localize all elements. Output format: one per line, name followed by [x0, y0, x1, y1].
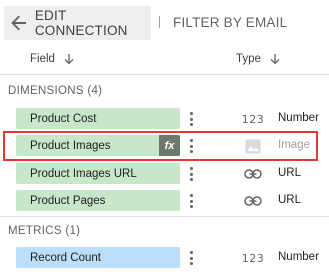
field-column-header[interactable]: Field	[30, 53, 74, 65]
field-row-product-pages: Product Pages URL	[0, 188, 329, 215]
field-name: Product Images URL	[30, 167, 137, 180]
field-row-record-count: Record Count 123 Number	[0, 245, 329, 272]
edit-connection-label: EDIT CONNECTION	[34, 8, 128, 38]
dimensions-section-header: DIMENSIONS (4)	[0, 76, 329, 104]
field-type: Number	[278, 112, 319, 124]
number-type-icon: 123	[241, 251, 265, 265]
number-type-icon: 123	[241, 112, 265, 126]
field-chip[interactable]: Product Pages	[16, 190, 180, 211]
field-chip[interactable]: Product Cost	[16, 108, 180, 129]
field-type: URL	[278, 167, 302, 179]
field-row-product-images-url: Product Images URL URL	[0, 161, 329, 188]
toolbar-separator	[159, 16, 160, 28]
more-vert-icon[interactable]	[187, 249, 195, 267]
more-vert-icon[interactable]	[187, 110, 195, 128]
top-bar: EDIT CONNECTION FILTER BY EMAIL	[0, 0, 329, 46]
field-row-product-cost: Product Cost 123 Number	[0, 106, 329, 133]
metrics-section-label: METRICS (1)	[8, 225, 81, 237]
type-column-header[interactable]: Type	[236, 53, 280, 65]
field-type: Number	[278, 251, 319, 263]
arrow-back-icon	[4, 6, 35, 40]
more-vert-icon[interactable]	[187, 165, 195, 183]
field-header-label: Field	[30, 53, 55, 65]
column-header: Field Type	[0, 47, 329, 75]
filter-by-email-button[interactable]: FILTER BY EMAIL	[173, 15, 287, 30]
link-type-icon	[242, 192, 264, 210]
edit-connection-button[interactable]: EDIT CONNECTION	[4, 6, 151, 40]
sort-arrow-down-icon	[270, 53, 280, 64]
field-chip[interactable]: Product Images URL	[16, 163, 180, 184]
sort-arrow-down-icon	[64, 53, 74, 64]
field-name: Product Pages	[30, 194, 106, 207]
link-type-icon	[242, 165, 264, 183]
field-name: Product Cost	[30, 112, 97, 125]
type-header-label: Type	[236, 53, 261, 65]
more-vert-icon[interactable]	[187, 192, 195, 210]
field-chip[interactable]: Record Count	[16, 247, 180, 268]
field-type: URL	[278, 194, 302, 206]
dimensions-section-label: DIMENSIONS (4)	[8, 85, 103, 97]
field-name: Record Count	[30, 251, 101, 264]
metrics-section-header: METRICS (1)	[0, 216, 329, 244]
highlight-box	[3, 131, 318, 161]
